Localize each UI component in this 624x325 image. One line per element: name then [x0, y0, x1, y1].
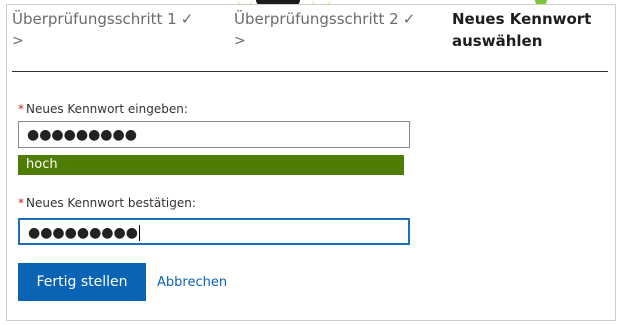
- new-password-label: * Neues Kennwort eingeben:: [18, 101, 188, 117]
- required-marker: *: [18, 196, 24, 210]
- progress-steps: Überprüfungsschritt 1 ✓ > Überprüfungssch…: [12, 8, 608, 66]
- checkmark-icon: ✓: [180, 10, 194, 28]
- confirm-password-input[interactable]: ●●●●●●●●●: [18, 218, 410, 245]
- step-verification-1: Überprüfungsschritt 1 ✓ >: [12, 8, 232, 51]
- chevron-right-icon: >: [234, 33, 246, 49]
- strength-text: hoch: [26, 157, 58, 172]
- confirm-password-label: * Neues Kennwort bestätigen:: [18, 195, 196, 211]
- new-password-label-text: Neues Kennwort eingeben:: [26, 102, 188, 116]
- step-verification-2: Überprüfungsschritt 2 ✓ >: [234, 8, 439, 51]
- checkmark-icon: ✓: [402, 10, 416, 28]
- cancel-link[interactable]: Abbrechen: [157, 275, 227, 291]
- new-password-input[interactable]: ●●●●●●●●●: [18, 121, 410, 148]
- step-label: Überprüfungsschritt 1: [12, 10, 177, 28]
- step-label: Überprüfungsschritt 2: [234, 10, 399, 28]
- confirm-password-value: ●●●●●●●●●: [28, 225, 138, 241]
- steps-divider: [12, 71, 608, 72]
- text-caret: [138, 225, 140, 241]
- confirm-password-label-text: Neues Kennwort bestätigen:: [26, 196, 196, 210]
- chevron-right-icon: >: [12, 33, 24, 49]
- step-choose-new-password: Neues Kennwort auswählen: [452, 10, 592, 50]
- required-marker: *: [18, 102, 24, 116]
- new-password-value: ●●●●●●●●●: [27, 127, 137, 143]
- password-reset-page: Überprüfungsschritt 1 ✓ > Überprüfungssch…: [0, 0, 624, 325]
- password-strength-indicator: hoch: [18, 155, 404, 175]
- finish-button[interactable]: Fertig stellen: [18, 263, 146, 301]
